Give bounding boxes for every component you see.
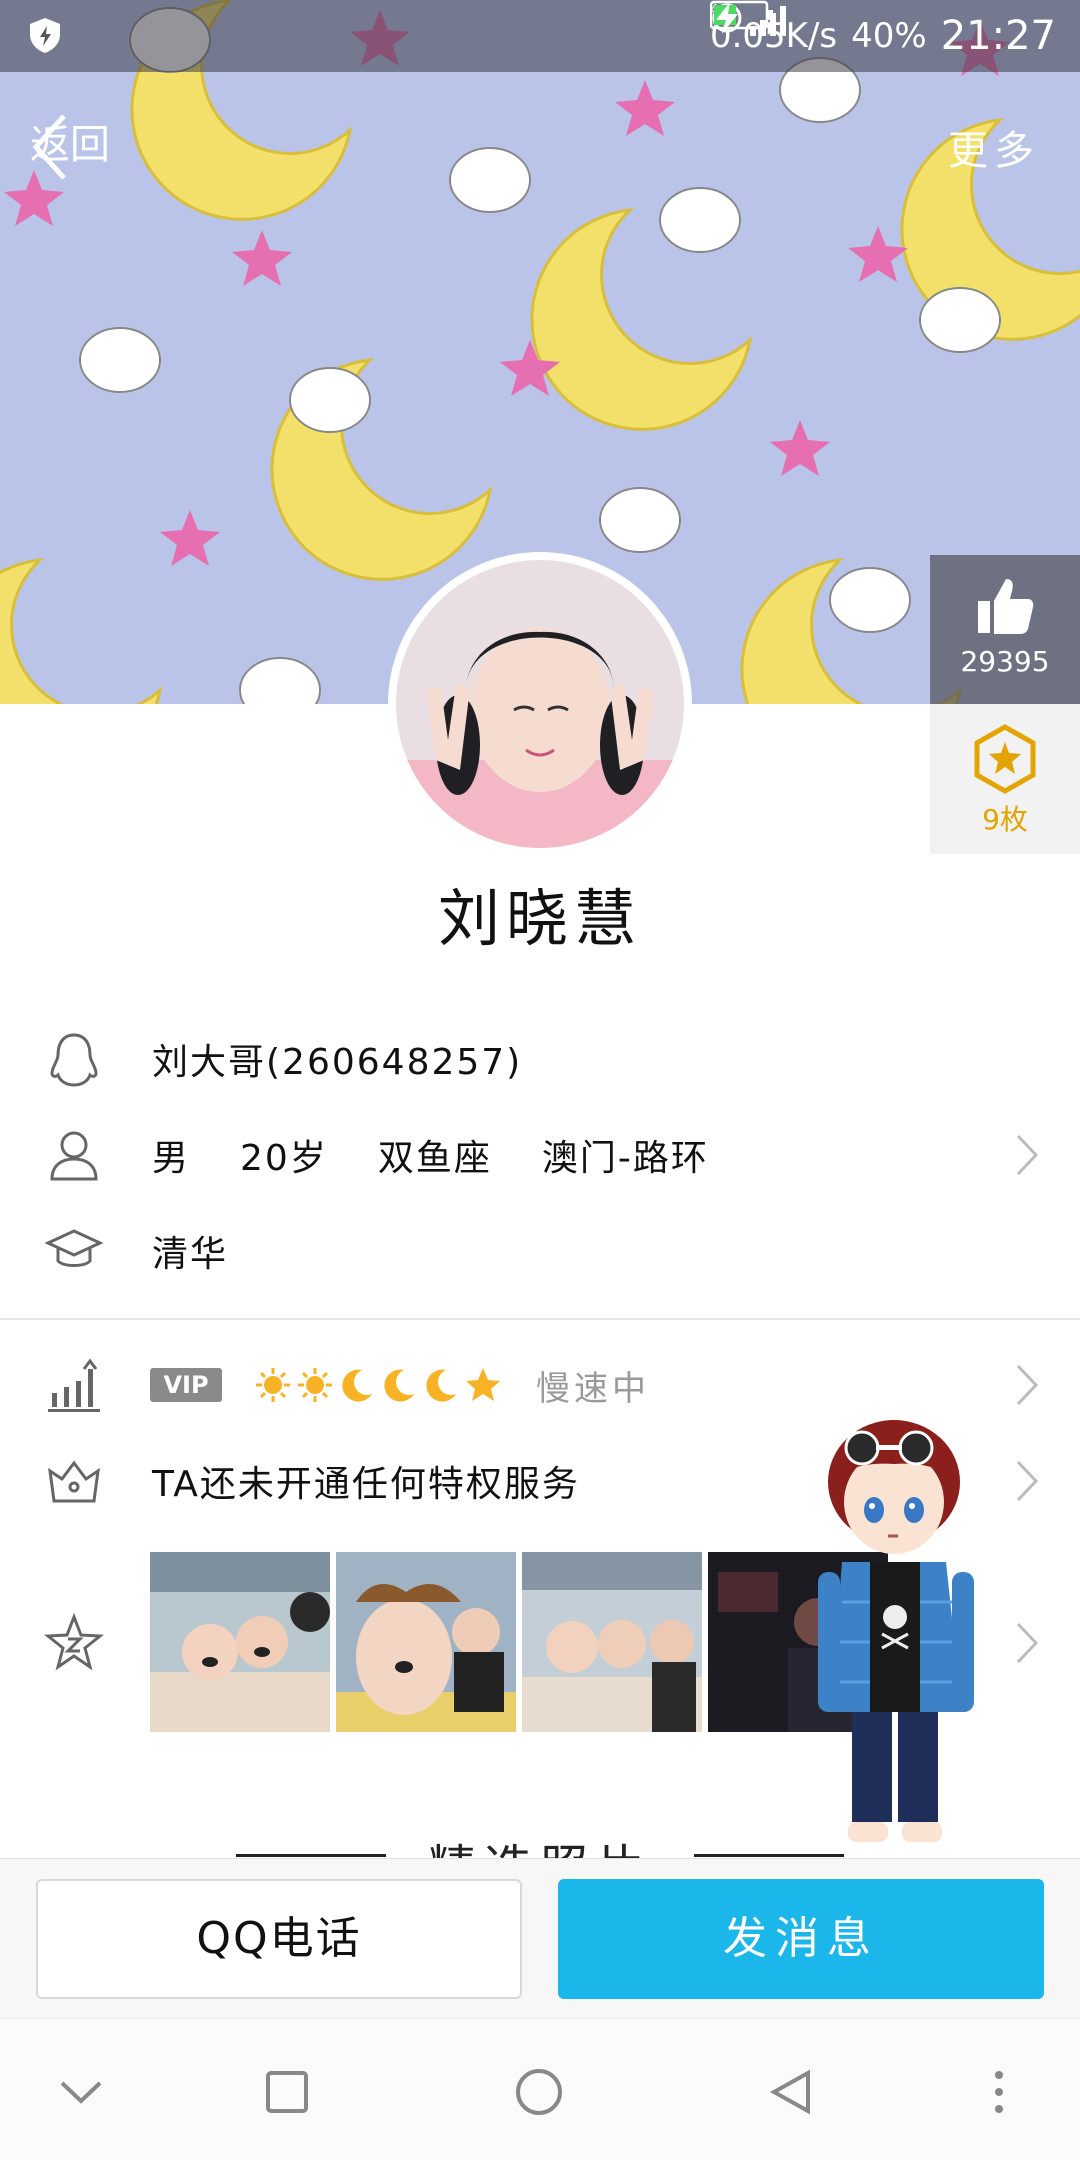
age: 20岁 [240, 1138, 328, 1179]
sun-icon [298, 1368, 332, 1402]
personal-details: 男 20岁 双鱼座 澳门-路环 [152, 1129, 759, 1181]
speed-status: 慢速中 [536, 1368, 650, 1409]
status-bar: 0.05K/s 4G 40% 21:27 [0, 0, 1080, 72]
location: 澳门-路环 [541, 1138, 709, 1179]
moon-icon [342, 1369, 372, 1402]
photo-thumbnail[interactable] [522, 1552, 702, 1732]
featured-line-right [694, 1854, 844, 1857]
moon-icon [426, 1369, 456, 1402]
profile-name: 刘晓慧 [437, 882, 642, 955]
photo-image [522, 1552, 702, 1732]
back-triangle-icon[interactable] [764, 2065, 818, 2119]
action-bar: QQ电话 发消息 [0, 1858, 1080, 2018]
battery-percent: 40% [851, 16, 927, 56]
chevron-right-icon [1016, 1134, 1039, 1176]
photo-thumbnail[interactable] [150, 1552, 330, 1732]
vip-badge: VIP [150, 1368, 222, 1402]
like-button[interactable]: 29395 [930, 555, 1080, 705]
person-icon [50, 1131, 98, 1181]
shield-icon [30, 18, 60, 53]
recent-apps-icon[interactable] [260, 2065, 314, 2119]
chevron-right-icon [1016, 1364, 1039, 1406]
home-icon[interactable] [512, 2065, 566, 2119]
photo-image [336, 1552, 516, 1732]
zodiac: 双鱼座 [377, 1138, 492, 1179]
photo-image [150, 1552, 330, 1732]
graduation-cap-icon [44, 1229, 104, 1267]
personal-info-row[interactable]: 男 20岁 双鱼座 澳门-路环 [0, 1110, 1080, 1200]
clock-time: 21:27 [940, 13, 1056, 59]
medal-count: 9枚 [982, 803, 1028, 836]
photo-thumbnails [150, 1552, 888, 1732]
crown-icon [48, 1460, 100, 1503]
gender: 男 [152, 1138, 191, 1179]
chevron-left-icon [32, 114, 66, 180]
star-z-icon [44, 1613, 104, 1671]
school-row: 清华 [0, 1206, 1080, 1296]
school-name: 清华 [152, 1234, 229, 1275]
avatar-photo [396, 560, 684, 848]
medal-star-icon [974, 724, 1036, 794]
qq-level-icons [254, 1366, 502, 1404]
photo-thumbnail[interactable] [336, 1552, 516, 1732]
more-button[interactable]: 更多 [948, 118, 1040, 176]
qq-number-row: 刘大哥(260648257) [0, 1014, 1080, 1104]
moon-icon [384, 1369, 414, 1402]
qq-nickname-number: 刘大哥(260648257) [152, 1042, 523, 1083]
like-count: 29395 [960, 645, 1050, 678]
star-icon [466, 1368, 500, 1401]
privilege-text: TA还未开通任何特权服务 [152, 1464, 580, 1505]
penguin-icon [50, 1033, 98, 1087]
sun-icon [256, 1368, 290, 1402]
back-button[interactable]: 返回 [30, 112, 110, 180]
chevron-right-icon [1016, 1622, 1039, 1664]
chevron-right-icon [1016, 1460, 1039, 1502]
level-chart-icon [48, 1358, 100, 1412]
medal-button[interactable]: 9枚 [930, 704, 1080, 854]
menu-dots-icon[interactable] [972, 2065, 1026, 2119]
section-divider [0, 1318, 1080, 1320]
thumbs-up-icon [978, 579, 1034, 634]
qq-call-button[interactable]: QQ电话 [36, 1879, 522, 1999]
send-message-button[interactable]: 发消息 [558, 1879, 1044, 1999]
cartoon-avatar-figure[interactable] [812, 1412, 992, 1852]
chevron-down-icon[interactable] [54, 2065, 108, 2119]
avatar[interactable] [388, 552, 692, 856]
system-nav-bar [0, 2018, 1080, 2160]
charging-icon [715, 2, 738, 34]
